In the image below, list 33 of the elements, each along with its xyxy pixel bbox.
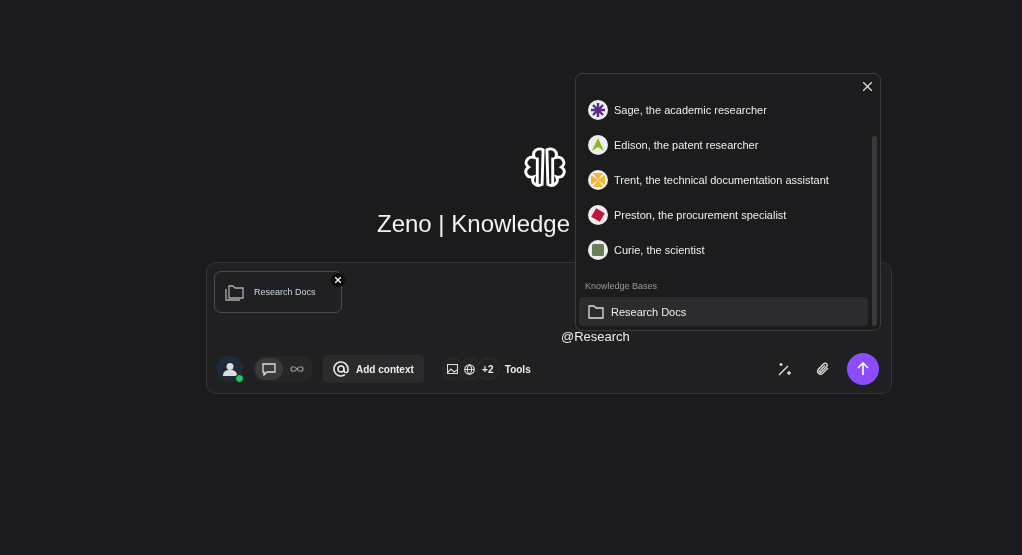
- user-avatar[interactable]: [217, 356, 243, 382]
- agent-avatar-icon: [588, 134, 608, 155]
- agent-item[interactable]: Trent, the technical documentation assistant: [579, 162, 868, 197]
- knowledge-base-item[interactable]: Research Docs: [579, 297, 868, 326]
- chat-bubble-icon: [262, 362, 276, 376]
- page-title: Zeno | Knowledge: [377, 210, 571, 237]
- attachment-chip[interactable]: Research Docs: [214, 271, 342, 313]
- arrow-up-icon: [856, 362, 870, 376]
- attachment-label: Research Docs: [254, 287, 316, 297]
- infinity-icon: [290, 365, 304, 373]
- folders-icon: [224, 282, 246, 302]
- person-icon: [223, 362, 237, 376]
- agent-avatar-icon: [588, 204, 608, 225]
- at-sign-icon: [333, 361, 349, 377]
- agent-avatar-icon: [588, 99, 608, 120]
- folder-icon: [588, 304, 604, 319]
- message-input-value[interactable]: @Research: [561, 329, 630, 344]
- image-icon: [447, 364, 459, 374]
- scrollbar[interactable]: [872, 136, 877, 326]
- globe-icon: [464, 363, 476, 375]
- agent-item[interactable]: Curie, the scientist: [579, 232, 868, 267]
- agent-item[interactable]: Preston, the procurement specialist: [579, 197, 868, 232]
- remove-attachment-icon[interactable]: [331, 273, 345, 287]
- tools-button[interactable]: +2 Tools: [441, 358, 531, 380]
- section-heading: Knowledge Bases: [584, 280, 659, 293]
- agent-avatar-icon: [588, 169, 608, 190]
- send-button[interactable]: [847, 353, 879, 385]
- chat-mode-button[interactable]: [255, 358, 283, 380]
- close-icon[interactable]: [863, 82, 872, 91]
- agent-item[interactable]: Sage, the academic researcher: [579, 92, 868, 127]
- add-context-button[interactable]: Add context: [323, 355, 424, 383]
- agent-item[interactable]: Edison, the patent researcher: [579, 127, 868, 162]
- agent-avatar-icon: [588, 239, 608, 260]
